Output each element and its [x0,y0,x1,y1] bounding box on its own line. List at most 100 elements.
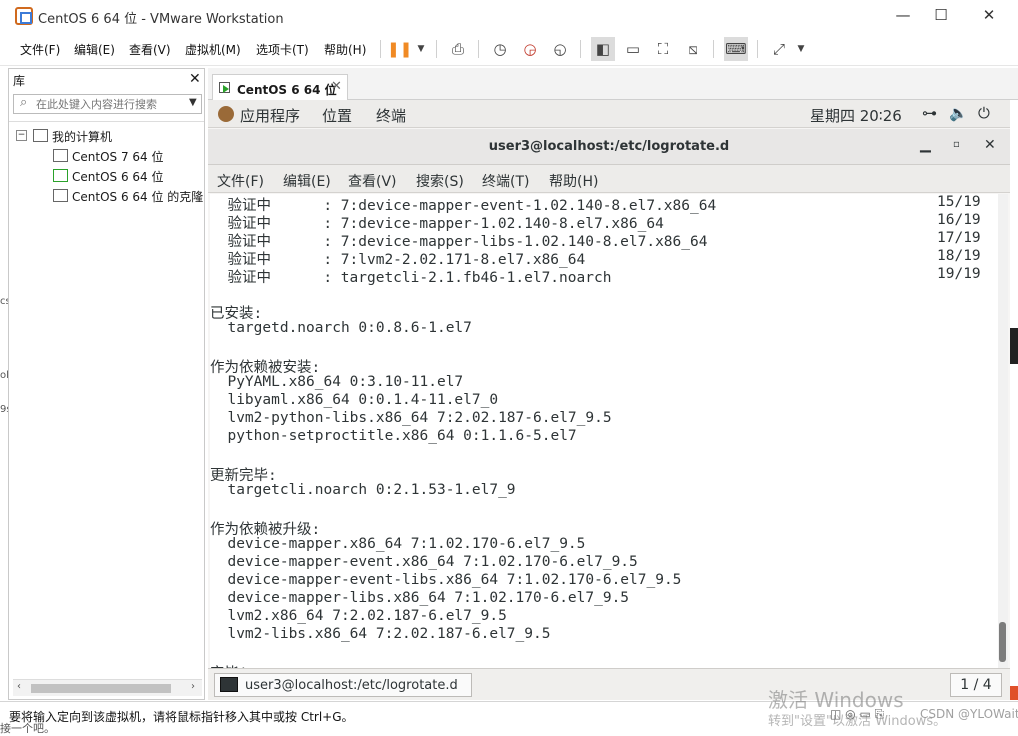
scrollbar-thumb[interactable] [31,684,171,693]
library-panel: 库 ✕ ⌕ ▼ − 我的计算机 CentOS 7 64 位 CentOS 6 6… [8,68,205,700]
terminal-menu-terminal[interactable]: 终端(T) [482,171,529,191]
gnome-terminal-menu[interactable]: 终端 [376,105,406,126]
gnome-top-bar: 应用程序 位置 终端 星期四 20∶26 ⊶ 🔈 ⏻ [208,100,1010,128]
stretch-guest-icon[interactable]: ⤢ [767,37,791,61]
pause-icon[interactable]: ❚❚ [387,37,412,61]
vm-clone-icon [53,189,68,202]
terminal-line: device-mapper-event.x86_64 7:1.02.170-6.… [210,554,638,572]
terminal-menu-help[interactable]: 帮助(H) [549,171,598,191]
library-horizontal-scrollbar[interactable]: ‹ › [13,679,202,696]
maximize-button[interactable]: ☐ [918,0,964,32]
terminal-line: 验证中 : 7:device-mapper-event-1.02.140-8.e… [210,194,980,214]
terminal-line-text: libyaml.x86_64 0:0.1.4-11.el7_0 [210,392,499,408]
tree-item-vm[interactable]: CentOS 6 64 位 的克隆 [9,186,204,206]
tab-close-button[interactable]: ✕ [331,79,342,94]
snapshot-icon[interactable]: ◷ [488,37,512,61]
chevron-down-icon[interactable]: ▼ [189,97,197,108]
tree-item-my-computer[interactable]: − 我的计算机 [9,126,204,146]
terminal-menu-file[interactable]: 文件(F) [217,171,264,191]
terminal-line-progress: 16/19 [937,212,981,228]
device-status-icons[interactable]: ◫ ◎ ▭ ⎘ [830,707,884,722]
terminal-minimize-button[interactable]: ▁ [920,137,931,153]
chevron-down-icon[interactable]: ▼ [409,37,433,61]
vm-running-icon [53,169,68,182]
gnome-clock[interactable]: 星期四 20∶26 [810,105,902,126]
power-icon[interactable]: ⏻ [978,104,990,122]
host-background-right [1010,100,1018,700]
menu-vm[interactable]: 虚拟机(M) [185,41,241,58]
menu-tabs[interactable]: 选项卡(T) [256,41,309,58]
terminal-line: 作为依赖被升级: [210,518,320,538]
library-search-box[interactable]: ⌕ ▼ [13,94,202,114]
terminal-close-button[interactable]: ✕ [984,137,996,153]
thumbnail-bar-icon[interactable]: ▭ [621,37,645,61]
library-header: 库 ✕ [9,69,204,91]
close-window-button[interactable]: ✕ [966,0,1012,32]
library-search-input[interactable] [36,96,181,112]
scroll-right-icon[interactable]: › [191,681,195,692]
terminal-line-text: targetd.noarch 0:0.8.6-1.el7 [210,320,472,336]
menu-toolbar: 文件(F) 编辑(E) 查看(V) 虚拟机(M) 选项卡(T) 帮助(H) ❚❚… [0,32,1018,66]
snapshot-manager-icon[interactable]: ◵ [548,37,572,61]
terminal-maximize-button[interactable]: ▫ [953,139,960,150]
terminal-menu-view[interactable]: 查看(V) [348,171,397,191]
terminal-line-text: python-setproctitle.x86_64 0:1.1.6-5.el7 [210,428,577,444]
library-view-icon[interactable]: ◧ [591,37,615,61]
chevron-down-icon[interactable]: ▼ [789,37,813,61]
status-message: 要将输入定向到该虚拟机，请将鼠标指针移入其中或按 Ctrl+G。 [9,710,354,724]
terminal-line: 作为依赖被安装: [210,356,320,376]
terminal-line: lvm2-libs.x86_64 7:2.02.187-6.el7_9.5 [210,626,550,644]
fullscreen-icon[interactable]: ⛶ [651,37,675,61]
toolbar-separator [757,40,758,58]
vmware-logo-icon [15,7,33,25]
menu-help[interactable]: 帮助(H) [324,41,366,58]
computer-icon [33,129,48,142]
terminal-output[interactable]: 验证中 : 7:device-mapper-event-1.02.140-8.e… [210,194,998,668]
search-icon: ⌕ [20,95,28,110]
workspace-pager[interactable]: 1 / 4 [950,673,1002,697]
terminal-menu-search[interactable]: 搜索(S) [416,171,464,191]
scrollbar-thumb[interactable] [999,622,1006,662]
guest-display[interactable]: 应用程序 位置 终端 星期四 20∶26 ⊶ 🔈 ⏻ user3@localho… [208,100,1010,700]
taskbar-item-label: user3@localhost:/etc/logrotate.d [245,678,458,693]
console-view-icon[interactable]: ⌨ [724,37,748,61]
terminal-scrollbar[interactable] [998,194,1008,668]
revert-snapshot-icon[interactable]: ◶ [518,37,542,61]
host-background-left: cs ol 9s [0,68,12,700]
tab-centos-6[interactable]: CentOS 6 64 位 ✕ [212,74,348,101]
tree-item-vm-selected[interactable]: CentOS 6 64 位 [9,166,204,186]
menu-file[interactable]: 文件(F) [20,41,60,58]
terminal-line: lvm2.x86_64 7:2.02.187-6.el7_9.5 [210,608,506,626]
tree-item-label: 我的计算机 [52,130,113,144]
scroll-left-icon[interactable]: ‹ [17,681,21,692]
terminal-line: PyYAML.x86_64 0:3.10-11.el7 [210,374,463,392]
taskbar-terminal-item[interactable]: user3@localhost:/etc/logrotate.d [214,673,472,697]
collapse-toggle[interactable]: − [16,130,27,141]
terminal-line-progress: 15/19 [937,194,981,210]
terminal-line: python-setproctitle.x86_64 0:1.1.6-5.el7 [210,428,577,446]
terminal-line-text: device-mapper-event.x86_64 7:1.02.170-6.… [210,554,638,570]
gnome-applications-menu[interactable]: 应用程序 [240,105,300,126]
library-close-button[interactable]: ✕ [189,71,201,87]
terminal-menu-edit[interactable]: 编辑(E) [283,171,331,191]
window-title: CentOS 6 64 位 - VMware Workstation [38,12,284,27]
toolbar-separator [478,40,479,58]
network-icon[interactable]: ⊶ [922,104,937,122]
gnome-places-menu[interactable]: 位置 [322,105,352,126]
tree-item-vm[interactable]: CentOS 7 64 位 [9,146,204,166]
vm-tab-strip: CentOS 6 64 位 ✕ [208,68,1018,101]
terminal-menubar: 文件(F) 编辑(E) 查看(V) 搜索(S) 终端(T) 帮助(H) [208,165,1010,193]
terminal-line: 验证中 : 7:device-mapper-1.02.140-8.el7.x86… [210,212,980,232]
credit-watermark: CSDN @YLOWaitinG [920,707,1018,721]
terminal-line: device-mapper.x86_64 7:1.02.170-6.el7_9.… [210,536,585,554]
volume-icon[interactable]: 🔈 [949,104,968,122]
terminal-line: 验证中 : 7:device-mapper-libs-1.02.140-8.el… [210,230,980,250]
menu-view[interactable]: 查看(V) [129,41,171,58]
tree-item-label: CentOS 6 64 位 的克隆 [72,190,204,204]
menu-edit[interactable]: 编辑(E) [74,41,115,58]
tab-label: CentOS 6 64 位 [237,83,337,97]
send-ctrl-alt-del-icon[interactable]: ⎙ [446,37,470,61]
unity-icon[interactable]: ⧅ [681,37,705,61]
terminal-line: libyaml.x86_64 0:0.1.4-11.el7_0 [210,392,498,410]
terminal-line: 验证中 : targetcli-2.1.fb46-1.el7.noarch 19/… [210,266,980,286]
